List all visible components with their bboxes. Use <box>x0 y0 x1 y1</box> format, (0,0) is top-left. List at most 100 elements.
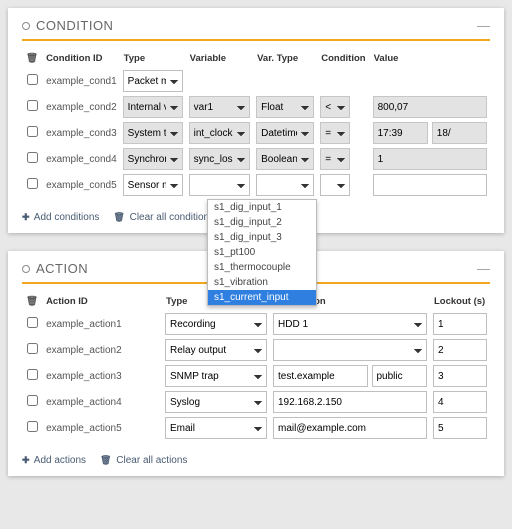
col-value: Value <box>370 49 490 68</box>
table-row: example_cond4Synchron sync_loss Boolean = <box>22 146 490 172</box>
condition-op-select[interactable]: < <box>320 96 350 118</box>
condition-id: example_cond4 <box>42 146 120 172</box>
col-condition-id: Condition ID <box>42 49 120 68</box>
variable-select[interactable]: int_clock <box>189 122 250 144</box>
type-select[interactable]: Sensor m <box>123 174 183 196</box>
variable-select[interactable] <box>189 174 250 196</box>
add-actions-link[interactable]: ✚ Add actions <box>22 455 86 466</box>
condition-table: 🗑 Condition ID Type Variable Var. Type C… <box>22 49 490 198</box>
type-select[interactable]: Synchron <box>123 148 183 170</box>
variable-select[interactable]: sync_loss <box>189 148 250 170</box>
lockout-input[interactable] <box>433 391 487 413</box>
destination-select[interactable]: HDD 1 <box>273 313 427 335</box>
row-checkbox[interactable] <box>27 152 38 163</box>
vartype-select[interactable]: Boolean <box>256 148 314 170</box>
value-input[interactable] <box>373 148 487 170</box>
destination-input[interactable] <box>273 365 368 387</box>
plus-icon: ✚ <box>22 455 30 466</box>
dropdown-option[interactable]: s1_dig_input_1 <box>208 200 316 215</box>
value-input[interactable] <box>373 96 487 118</box>
type-select[interactable]: Syslog <box>165 391 267 413</box>
vartype-select[interactable] <box>256 174 314 196</box>
action-footer: ✚ Add actions 🗑 Clear all actions <box>22 455 490 466</box>
value-input[interactable] <box>373 174 487 196</box>
col-vartype: Var. Type <box>253 49 317 68</box>
trash-icon[interactable]: 🗑 <box>22 49 42 68</box>
add-actions-label: Add actions <box>34 455 86 466</box>
table-row: example_action4Syslog <box>22 389 490 415</box>
condition-panel: CONDITION — 🗑 Condition ID Type Variable… <box>8 8 504 233</box>
dropdown-option[interactable]: s1_dig_input_3 <box>208 230 316 245</box>
trash-icon: 🗑 <box>113 212 124 223</box>
clear-conditions-label: Clear all conditions <box>130 212 215 223</box>
action-id: example_action5 <box>42 415 162 441</box>
col-type: Type <box>120 49 186 68</box>
table-row: example_action1Recording HDD 1 <box>22 311 490 337</box>
dropdown-option[interactable]: s1_current_input <box>208 290 316 305</box>
table-row: example_action5Email <box>22 415 490 441</box>
destination-input-2[interactable] <box>372 365 428 387</box>
table-row: example_cond3System ti int_clock Datetime = <box>22 120 490 146</box>
table-row: example_action2Relay output <box>22 337 490 363</box>
value-input-b[interactable] <box>432 122 487 144</box>
lockout-input[interactable] <box>433 313 487 335</box>
clear-conditions-link[interactable]: 🗑 Clear all conditions <box>113 212 214 223</box>
lockout-input[interactable] <box>433 365 487 387</box>
table-row: example_action3SNMP trap <box>22 363 490 389</box>
table-row: example_cond2Internal vvar1Float< <box>22 94 490 120</box>
row-checkbox[interactable] <box>27 317 38 328</box>
variable-select[interactable]: var1 <box>189 96 250 118</box>
type-select[interactable]: SNMP trap <box>165 365 267 387</box>
row-checkbox[interactable] <box>27 74 38 85</box>
lockout-input[interactable] <box>433 339 487 361</box>
row-checkbox[interactable] <box>27 126 38 137</box>
col-lockout: Lockout (s) <box>430 292 490 311</box>
type-select[interactable]: System ti <box>123 122 183 144</box>
dropdown-option[interactable]: s1_thermocouple <box>208 260 316 275</box>
col-variable: Variable <box>186 49 253 68</box>
action-id: example_action4 <box>42 389 162 415</box>
clear-actions-link[interactable]: 🗑 Clear all actions <box>100 455 187 466</box>
add-conditions-link[interactable]: ✚ Add conditions <box>22 212 99 223</box>
gear-icon <box>22 265 30 273</box>
collapse-icon[interactable]: — <box>477 262 490 275</box>
action-id: example_action3 <box>42 363 162 389</box>
trash-icon[interactable]: 🗑 <box>22 292 42 311</box>
destination-input[interactable] <box>273 417 427 439</box>
condition-op-select[interactable] <box>320 174 350 196</box>
type-select[interactable]: Internal v <box>123 96 183 118</box>
row-checkbox[interactable] <box>27 369 38 380</box>
dropdown-option[interactable]: s1_pt100 <box>208 245 316 260</box>
type-select[interactable]: Relay output <box>165 339 267 361</box>
type-select[interactable]: Email <box>165 417 267 439</box>
row-checkbox[interactable] <box>27 343 38 354</box>
row-checkbox[interactable] <box>27 421 38 432</box>
action-id: example_action2 <box>42 337 162 363</box>
destination-select[interactable] <box>273 339 427 361</box>
col-action-id: Action ID <box>42 292 162 311</box>
table-row: example_cond1Packet m <box>22 68 490 94</box>
destination-input[interactable] <box>273 391 427 413</box>
action-id: example_action1 <box>42 311 162 337</box>
col-condition: Condition <box>317 49 369 68</box>
value-input-a[interactable] <box>373 122 428 144</box>
collapse-icon[interactable]: — <box>477 19 490 32</box>
condition-header: CONDITION — <box>22 18 490 41</box>
add-conditions-label: Add conditions <box>34 212 100 223</box>
dropdown-option[interactable]: s1_vibration <box>208 275 316 290</box>
row-checkbox[interactable] <box>27 395 38 406</box>
condition-op-select[interactable]: = <box>320 122 350 144</box>
condition-id: example_cond3 <box>42 120 120 146</box>
variable-dropdown-popup[interactable]: s1_dig_input_1s1_dig_input_2s1_dig_input… <box>207 199 317 306</box>
type-select[interactable]: Packet m <box>123 70 183 92</box>
type-select[interactable]: Recording <box>165 313 267 335</box>
dropdown-option[interactable]: s1_dig_input_2 <box>208 215 316 230</box>
vartype-select[interactable]: Float <box>256 96 314 118</box>
row-checkbox[interactable] <box>27 178 38 189</box>
lockout-input[interactable] <box>433 417 487 439</box>
plus-icon: ✚ <box>22 212 30 223</box>
clear-actions-label: Clear all actions <box>116 455 187 466</box>
condition-op-select[interactable]: = <box>320 148 350 170</box>
vartype-select[interactable]: Datetime <box>256 122 314 144</box>
row-checkbox[interactable] <box>27 100 38 111</box>
